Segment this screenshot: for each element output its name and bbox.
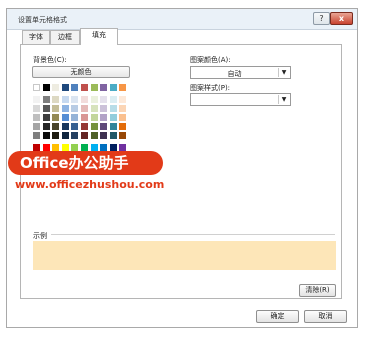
- color-swatch[interactable]: [109, 114, 117, 121]
- sample-preview: [33, 241, 336, 270]
- color-swatch[interactable]: [42, 132, 50, 139]
- standard-color-swatch[interactable]: [33, 144, 40, 151]
- color-swatch[interactable]: [81, 84, 88, 91]
- color-swatch[interactable]: [61, 96, 69, 103]
- title-bar: 设置单元格格式 ? x: [7, 9, 357, 30]
- color-swatch[interactable]: [71, 84, 79, 91]
- color-swatch[interactable]: [90, 132, 98, 139]
- color-swatch[interactable]: [109, 105, 117, 112]
- color-swatch[interactable]: [52, 132, 60, 139]
- color-swatch[interactable]: [33, 96, 40, 103]
- color-swatch[interactable]: [81, 123, 88, 130]
- color-swatch[interactable]: [119, 84, 127, 91]
- color-swatch[interactable]: [119, 114, 127, 121]
- clear-button[interactable]: 清除(R): [299, 284, 336, 297]
- color-swatch[interactable]: [100, 96, 108, 103]
- color-swatch[interactable]: [52, 96, 60, 103]
- color-swatch[interactable]: [90, 114, 98, 121]
- color-swatch[interactable]: [81, 114, 88, 121]
- dialog-title: 设置单元格格式: [18, 16, 67, 24]
- color-swatch[interactable]: [33, 105, 40, 112]
- pattern-color-value: 自动: [227, 70, 242, 78]
- pattern-color-dropdown[interactable]: 自动 ▼: [190, 66, 291, 79]
- color-swatch[interactable]: [42, 84, 50, 91]
- color-swatch[interactable]: [90, 105, 98, 112]
- color-swatch[interactable]: [100, 123, 108, 130]
- color-swatch[interactable]: [33, 123, 40, 130]
- tab-border[interactable]: 边框: [50, 30, 80, 44]
- no-color-button[interactable]: 无颜色: [32, 66, 130, 78]
- color-swatch[interactable]: [119, 132, 127, 139]
- color-swatch[interactable]: [81, 96, 88, 103]
- color-swatch[interactable]: [52, 105, 60, 112]
- color-swatch[interactable]: [61, 84, 69, 91]
- color-swatch[interactable]: [71, 105, 79, 112]
- color-swatch[interactable]: [42, 114, 50, 121]
- color-swatch[interactable]: [119, 96, 127, 103]
- color-swatch[interactable]: [61, 105, 69, 112]
- pattern-color-label: 图案颜色(A):: [190, 56, 231, 64]
- standard-color-swatch[interactable]: [61, 144, 69, 151]
- watermark-url: www.officezhushou.com: [15, 178, 165, 191]
- color-swatch[interactable]: [109, 96, 117, 103]
- color-swatch[interactable]: [42, 123, 50, 130]
- office-logo: Office办公助手: [8, 151, 163, 175]
- pattern-style-label: 图案样式(P):: [190, 84, 231, 92]
- color-swatch[interactable]: [100, 105, 108, 112]
- color-swatch[interactable]: [61, 123, 69, 130]
- color-swatch[interactable]: [33, 114, 40, 121]
- color-swatch[interactable]: [42, 96, 50, 103]
- pattern-style-dropdown[interactable]: ▼: [190, 93, 291, 106]
- standard-color-swatch[interactable]: [90, 144, 98, 151]
- color-swatch[interactable]: [109, 84, 117, 91]
- color-swatch[interactable]: [52, 114, 60, 121]
- sample-label: 示例: [33, 232, 47, 240]
- color-swatch[interactable]: [81, 105, 88, 112]
- dropdown-arrow-icon[interactable]: ▼: [278, 68, 289, 77]
- standard-color-swatch[interactable]: [42, 144, 50, 151]
- color-swatch[interactable]: [100, 114, 108, 121]
- color-swatch[interactable]: [100, 84, 108, 91]
- color-swatch[interactable]: [52, 84, 60, 91]
- color-swatch[interactable]: [71, 123, 79, 130]
- color-swatch[interactable]: [109, 132, 117, 139]
- color-swatch[interactable]: [109, 123, 117, 130]
- color-swatch[interactable]: [119, 105, 127, 112]
- color-swatch[interactable]: [90, 84, 98, 91]
- color-swatch[interactable]: [71, 132, 79, 139]
- color-swatch[interactable]: [42, 105, 50, 112]
- standard-color-swatch[interactable]: [119, 144, 127, 151]
- bg-color-label: 背景色(C):: [33, 56, 67, 64]
- color-swatch[interactable]: [33, 132, 40, 139]
- color-swatch[interactable]: [81, 132, 88, 139]
- color-swatch[interactable]: [52, 123, 60, 130]
- sample-divider: [51, 234, 335, 235]
- help-button[interactable]: ?: [313, 12, 330, 25]
- close-button[interactable]: x: [330, 12, 353, 25]
- standard-color-swatch[interactable]: [52, 144, 60, 151]
- color-swatch[interactable]: [61, 132, 69, 139]
- color-swatch[interactable]: [90, 96, 98, 103]
- standard-color-swatch[interactable]: [71, 144, 79, 151]
- color-swatch[interactable]: [100, 132, 108, 139]
- standard-color-swatch[interactable]: [81, 144, 88, 151]
- color-swatch[interactable]: [90, 123, 98, 130]
- dropdown-arrow-icon[interactable]: ▼: [278, 95, 289, 104]
- cancel-button[interactable]: 取消: [304, 310, 347, 323]
- color-swatch[interactable]: [119, 123, 127, 130]
- tab-fill[interactable]: 填充: [80, 28, 118, 45]
- standard-color-swatch[interactable]: [100, 144, 108, 151]
- color-swatch[interactable]: [61, 114, 69, 121]
- ok-button[interactable]: 确定: [256, 310, 299, 323]
- color-swatch[interactable]: [33, 84, 40, 91]
- color-swatch[interactable]: [71, 114, 79, 121]
- color-swatch[interactable]: [71, 96, 79, 103]
- standard-color-swatch[interactable]: [109, 144, 117, 151]
- tab-font[interactable]: 字体: [22, 30, 50, 44]
